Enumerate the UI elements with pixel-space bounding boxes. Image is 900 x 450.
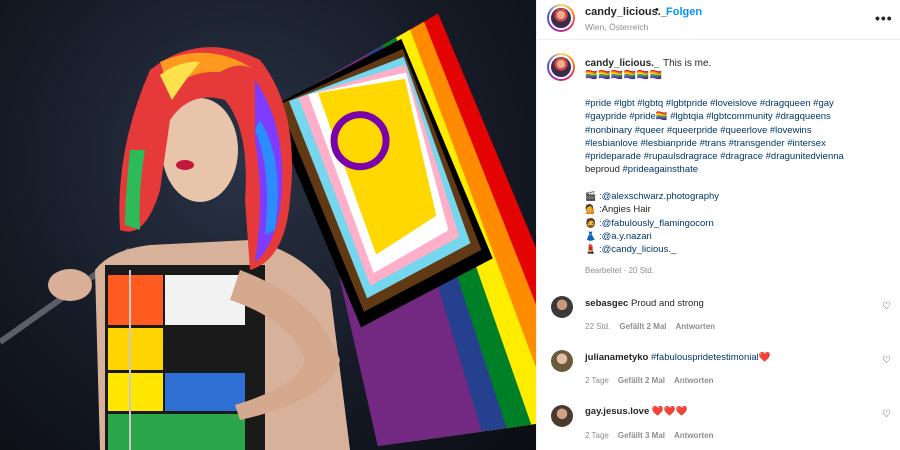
hashtag-line[interactable]: #lesbianlove #lesbianpride #trans #trans… [585, 137, 885, 150]
heart-icon[interactable]: ♡ [882, 409, 891, 420]
hashtag-line: beproud #prideagainsthate [585, 163, 885, 176]
author-avatar[interactable] [547, 4, 575, 32]
credit-link[interactable]: @candy_licious._ [602, 243, 677, 256]
post-header: candy_licious._ • Folgen Wien, Österreic… [537, 0, 900, 40]
drag-queen-pride-flag-photo [0, 13, 536, 450]
dress-icon: 👗 [585, 230, 597, 241]
caption-author-avatar[interactable] [547, 53, 575, 81]
lipstick-icon: 💄 [585, 244, 597, 255]
comment-username[interactable]: gay.jesus.love [585, 406, 649, 417]
hashtag-line[interactable]: #prideparade #rupaulsdragrace #dragrace … [585, 150, 885, 163]
caption-emojis: 🏳️‍🌈🏳️‍🌈🏳️‍🌈🏳️‍🌈🏳️‍🌈🏳️‍🌈 [585, 70, 663, 81]
hashtag-line[interactable]: #pride #lgbt #lgbtq #lgbtpride #loveislo… [585, 97, 885, 110]
avatar[interactable] [551, 405, 573, 427]
heart-icon[interactable]: ♡ [882, 355, 891, 366]
header-separator: • [655, 4, 659, 16]
credit-row: 👗 : @a.y.nazari [585, 230, 719, 243]
post-side-panel: candy_licious._ • Folgen Wien, Österreic… [536, 0, 900, 450]
credit-link[interactable]: @fabulously_flamingocorn [602, 217, 714, 230]
reply-button[interactable]: Antworten [674, 376, 714, 385]
reply-button[interactable]: Antworten [675, 322, 715, 331]
clapperboard-icon: 🎬 [585, 191, 597, 201]
comment-meta: 22 Std. Gefällt 2 Mal Antworten [585, 322, 715, 331]
post-photo[interactable] [0, 0, 536, 450]
comment-time[interactable]: 22 Std. [585, 322, 610, 331]
credit-text: Angies Hair [601, 204, 651, 216]
credit-link[interactable]: @a.y.nazari [602, 230, 652, 243]
comment-text: ❤️❤️❤️ [651, 406, 688, 417]
hashtag-line[interactable]: #nonbinary #queer #queerpride #queerlove… [585, 124, 885, 137]
credit-row: 💄 : @candy_licious._ [585, 243, 719, 256]
hair-person-icon: 💁 [585, 204, 597, 215]
caption-plain-word: beproud [585, 164, 620, 176]
comment-time[interactable]: 2 Tage [585, 431, 609, 440]
comment-likes[interactable]: Gefällt 3 Mal [618, 431, 665, 440]
hashtag-line[interactable]: #gaypride #pride🏳️‍🌈 #lgbtqia #lgbtcommu… [585, 110, 885, 123]
comment-username[interactable]: sebasgec [585, 298, 628, 309]
comment-meta: 2 Tage Gefällt 3 Mal Antworten [585, 431, 714, 440]
edited-timestamp: Bearbeitet · 20 Std. [585, 266, 654, 275]
post-location[interactable]: Wien, Österreich [585, 22, 648, 32]
more-options-icon[interactable]: ••• [875, 10, 893, 26]
comment-row: julianametyko #fabulouspridetestimonial❤… [585, 352, 771, 363]
comment-row: gay.jesus.love ❤️❤️❤️ [585, 406, 687, 417]
avatar[interactable] [551, 296, 573, 318]
caption-username[interactable]: candy_licious._ [585, 58, 659, 69]
person-icon: 🧔 [585, 217, 597, 228]
caption-hashtags: #pride #lgbt #lgbtq #lgbtpride #loveislo… [585, 97, 885, 177]
comment-username[interactable]: julianametyko [585, 352, 648, 363]
credit-link[interactable]: @alexschwarz.photography [602, 190, 719, 203]
comment-time[interactable]: 2 Tage [585, 376, 609, 385]
comment-row: sebasgec Proud and strong [585, 298, 704, 309]
comment-text[interactable]: #fabulouspridetestimonial❤️ [651, 352, 771, 363]
follow-button[interactable]: Folgen [666, 6, 702, 18]
reply-button[interactable]: Antworten [674, 431, 714, 440]
comment-likes[interactable]: Gefällt 2 Mal [619, 322, 666, 331]
heart-icon[interactable]: ♡ [882, 301, 891, 312]
credit-row: 🎬 : @alexschwarz.photography [585, 190, 719, 203]
credit-row: 💁 : Angies Hair [585, 203, 719, 216]
comment-meta: 2 Tage Gefällt 2 Mal Antworten [585, 376, 714, 385]
avatar[interactable] [551, 350, 573, 372]
hashtag-link[interactable]: #prideagainsthate [623, 164, 699, 175]
caption-text: This is me. [663, 58, 712, 69]
comment-likes[interactable]: Gefällt 2 Mal [618, 376, 665, 385]
credit-row: 🧔 : @fabulously_flamingocorn [585, 217, 719, 230]
credits-list: 🎬 : @alexschwarz.photography 💁 : Angies … [585, 190, 719, 256]
comment-text: Proud and strong [630, 298, 704, 309]
